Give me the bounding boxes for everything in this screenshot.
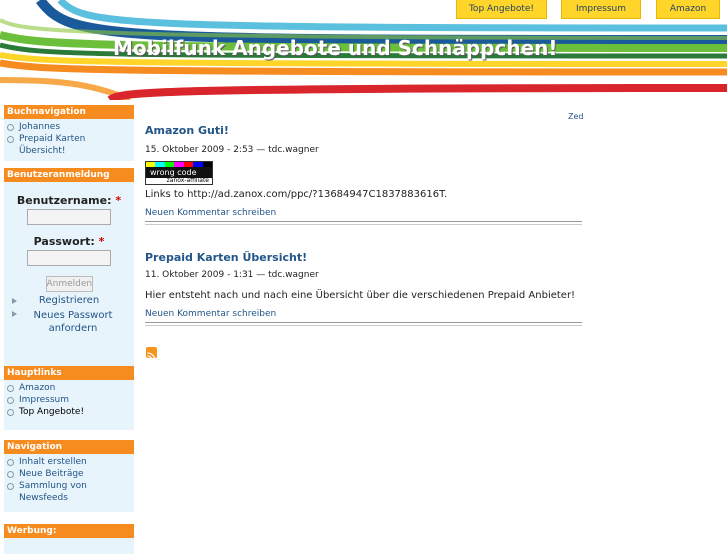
- book-nav-item-johannes[interactable]: Johannes: [4, 121, 134, 133]
- block-title: Benutzeranmeldung: [4, 168, 134, 182]
- block-main-links: Hauptlinks Amazon Impressum Top Angebote…: [4, 366, 134, 430]
- bullet-icon: [7, 471, 14, 478]
- block-title: Hauptlinks: [4, 366, 134, 380]
- affiliate-image: wrong code zanox-affiliate: [145, 161, 213, 185]
- username-label: Benutzername: *: [16, 194, 122, 207]
- divider: [145, 322, 582, 326]
- post-body: Links to http://ad.zanox.com/ppc/?136849…: [145, 189, 448, 200]
- register-link[interactable]: Registrieren: [4, 294, 134, 307]
- post: Prepaid Karten Übersicht! 11. Oktober 20…: [145, 251, 582, 326]
- new-password-link[interactable]: Neues Passwort anfordern: [4, 307, 134, 335]
- block-title: Werbung:: [4, 524, 134, 538]
- password-input[interactable]: [27, 250, 111, 266]
- bullet-icon: [7, 459, 14, 466]
- arrow-icon: [12, 298, 17, 304]
- nav-item-create-content[interactable]: Inhalt erstellen: [4, 456, 134, 468]
- block-title: Buchnavigation: [4, 105, 134, 119]
- bullet-icon: [7, 124, 14, 131]
- tab-impressum[interactable]: Impressum: [561, 0, 641, 19]
- bullet-icon: [7, 397, 14, 404]
- username-input[interactable]: [27, 209, 111, 225]
- tab-amazon[interactable]: Amazon: [656, 0, 720, 19]
- post-title[interactable]: Amazon Guti!: [145, 124, 582, 137]
- image-label: zanox-affiliate: [166, 177, 209, 184]
- tab-top-angebote[interactable]: Top Angebote!: [456, 0, 547, 19]
- post-meta: 11. Oktober 2009 - 1:31 — tdc.wagner: [145, 270, 319, 280]
- nav-item-new-posts[interactable]: Neue Beiträge: [4, 468, 134, 480]
- book-nav-item-prepaid[interactable]: Prepaid Karten Übersicht!: [4, 133, 134, 157]
- password-label: Passwort: *: [33, 235, 105, 248]
- bullet-icon: [7, 483, 14, 490]
- top-navigation: Top Angebote! Impressum Amazon: [0, 0, 727, 20]
- login-button[interactable]: Anmelden: [45, 276, 93, 292]
- main-link-amazon[interactable]: Amazon: [4, 382, 134, 394]
- post-title[interactable]: Prepaid Karten Übersicht!: [145, 251, 582, 264]
- main-content: Amazon Guti! 15. Oktober 2009 - 2:53 — t…: [145, 110, 582, 326]
- rss-feed-icon[interactable]: [146, 347, 157, 361]
- post: Amazon Guti! 15. Oktober 2009 - 2:53 — t…: [145, 124, 582, 225]
- divider: [145, 221, 582, 225]
- block-ads: Werbung:: [4, 524, 134, 554]
- bullet-icon: [7, 385, 14, 392]
- block-login: Benutzeranmeldung Benutzername: * Passwo…: [4, 168, 134, 366]
- site-title[interactable]: Mobilfunk Angebote und Schnäppchen!: [113, 36, 558, 60]
- block-title: Navigation: [4, 440, 134, 454]
- main-link-top-angebote[interactable]: Top Angebote!: [4, 406, 134, 418]
- post-body: Hier entsteht nach und nach eine Übersic…: [145, 290, 576, 301]
- arrow-icon: [12, 311, 17, 317]
- main-link-impressum[interactable]: Impressum: [4, 394, 134, 406]
- comment-link[interactable]: Neuen Kommentar schreiben: [145, 309, 582, 319]
- post-meta: 15. Oktober 2009 - 2:53 — tdc.wagner: [145, 145, 319, 155]
- comment-link[interactable]: Neuen Kommentar schreiben: [145, 208, 582, 218]
- nav-item-feeds[interactable]: Sammlung von Newsfeeds: [4, 480, 134, 504]
- block-navigation: Navigation Inhalt erstellen Neue Beiträg…: [4, 440, 134, 512]
- bullet-icon: [7, 409, 14, 416]
- block-book-navigation: Buchnavigation Johannes Prepaid Karten Ü…: [4, 105, 134, 161]
- bullet-icon: [7, 136, 14, 143]
